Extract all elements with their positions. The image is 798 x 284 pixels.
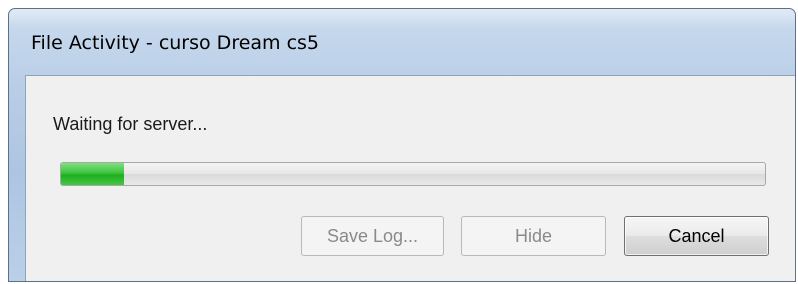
save-log-button[interactable]: Save Log... xyxy=(301,216,444,256)
file-activity-window: File Activity - curso Dream cs5 Waiting … xyxy=(8,8,796,282)
progress-bar xyxy=(60,162,766,186)
hide-button[interactable]: Hide xyxy=(461,216,606,256)
window-title: File Activity - curso Dream cs5 xyxy=(31,32,320,54)
status-text: Waiting for server... xyxy=(53,114,208,134)
dialog-content: Waiting for server... Save Log... Hide C… xyxy=(25,75,795,281)
cancel-button[interactable]: Cancel xyxy=(624,216,769,256)
progress-bar-fill xyxy=(61,163,125,185)
